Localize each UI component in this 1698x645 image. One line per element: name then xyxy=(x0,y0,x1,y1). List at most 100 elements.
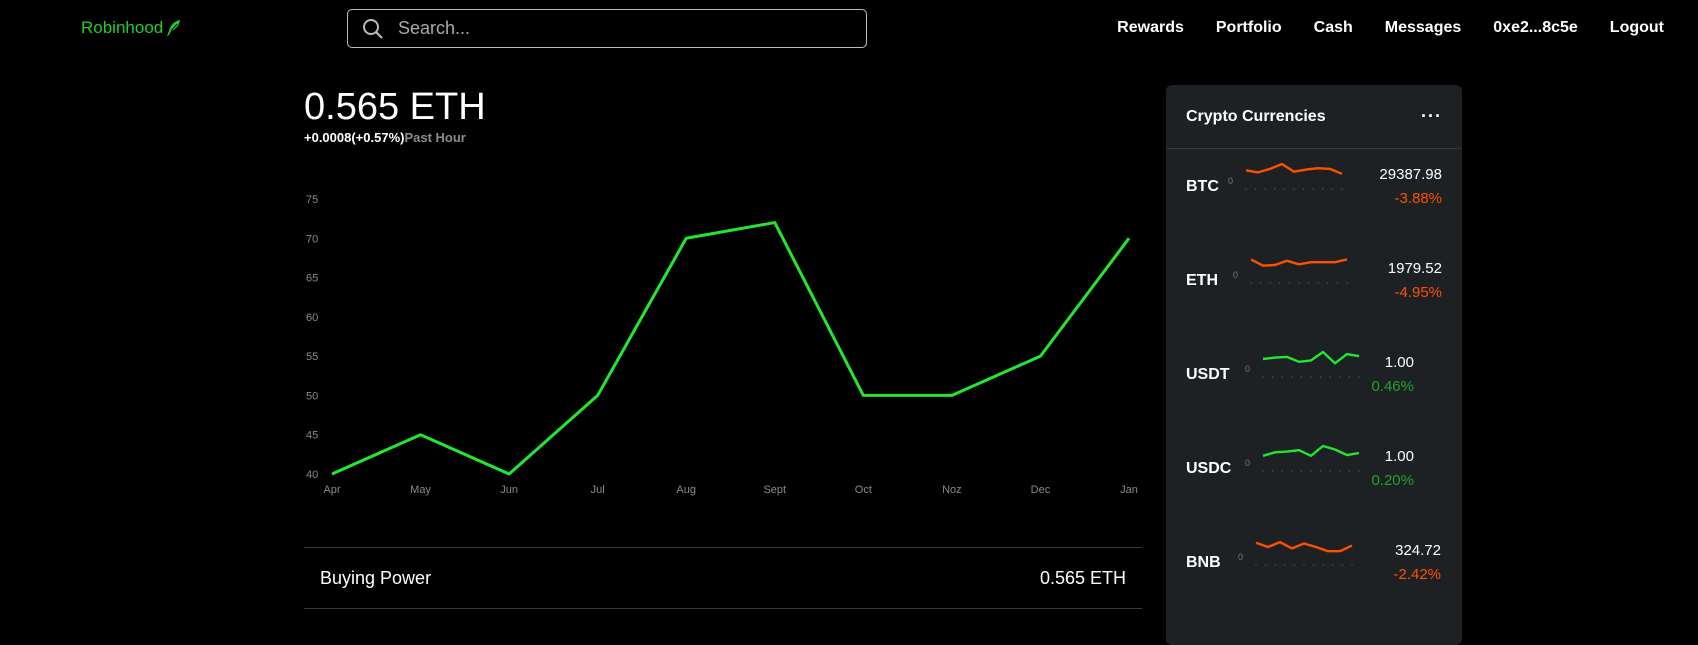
sparkline-tick xyxy=(1291,376,1292,377)
sparkline-tick xyxy=(1308,282,1309,283)
x-tick-label: Noz xyxy=(942,484,962,496)
sparkline-tick xyxy=(1322,188,1323,189)
sparkline-chart xyxy=(1259,435,1369,475)
sparkline-tick xyxy=(1337,282,1338,283)
sparkline-tick xyxy=(1291,470,1292,471)
sparkline-tick xyxy=(1323,564,1324,565)
crypto-change: -2.42% xyxy=(1393,566,1441,583)
sparkline-tick xyxy=(1327,282,1328,283)
y-tick-label: 55 xyxy=(306,351,318,363)
sparkline-tick xyxy=(1250,282,1251,283)
crypto-symbol: USDT xyxy=(1186,366,1230,384)
sparkline-tick xyxy=(1255,564,1256,565)
sparkline-tick xyxy=(1332,564,1333,565)
crypto-row-usdt[interactable]: USDT01.000.46% xyxy=(1166,341,1462,401)
sparkline-tick xyxy=(1262,470,1263,471)
crypto-panel: Crypto Currencies ··· BTC029387.98-3.88%… xyxy=(1166,85,1462,645)
buying-power-label: Buying Power xyxy=(304,568,447,589)
buying-power-row: Buying Power 0.565 ETH xyxy=(304,547,1142,609)
x-tick-label: May xyxy=(410,484,431,496)
search-input[interactable] xyxy=(396,17,840,40)
sparkline-axis-label: 0 xyxy=(1238,552,1243,562)
portfolio-summary: 0.565 ETH +0.0008(+0.57%)Past Hour xyxy=(304,82,1142,145)
robinhood-logo[interactable]: Robinhood xyxy=(81,18,182,38)
sparkline-tick xyxy=(1351,564,1352,565)
sparkline-tick xyxy=(1346,282,1347,283)
crypto-symbol: USDC xyxy=(1186,460,1231,478)
nav-wallet-address[interactable]: 0xe2...8c5e xyxy=(1493,19,1578,37)
sparkline-chart xyxy=(1252,529,1362,569)
sparkline-chart xyxy=(1242,153,1352,193)
sparkline-tick xyxy=(1284,188,1285,189)
sparkline xyxy=(1263,446,1359,456)
feather-icon xyxy=(166,19,182,37)
sparkline-tick xyxy=(1341,188,1342,189)
sparkline-tick xyxy=(1282,470,1283,471)
sparkline-tick xyxy=(1301,470,1302,471)
sparkline xyxy=(1251,259,1347,265)
y-tick-label: 40 xyxy=(306,469,318,481)
sparkline-tick xyxy=(1310,376,1311,377)
sparkline-chart xyxy=(1247,247,1357,287)
change-period: Past Hour xyxy=(404,130,465,145)
sparkline xyxy=(1263,352,1359,363)
nav-portfolio[interactable]: Portfolio xyxy=(1216,19,1282,37)
sparkline-tick xyxy=(1318,282,1319,283)
sparkline-tick xyxy=(1262,376,1263,377)
sparkline-axis-label: 0 xyxy=(1228,176,1233,186)
change-value: +0.0008(+0.57%) xyxy=(304,130,404,145)
sparkline-tick xyxy=(1320,376,1321,377)
sparkline-tick xyxy=(1265,564,1266,565)
sparkline-tick xyxy=(1313,564,1314,565)
sparkline-tick xyxy=(1303,188,1304,189)
sparkline-tick xyxy=(1260,282,1261,283)
nav-cash[interactable]: Cash xyxy=(1314,19,1353,37)
nav-rewards[interactable]: Rewards xyxy=(1117,19,1184,37)
sparkline-tick xyxy=(1270,282,1271,283)
brand-name: Robinhood xyxy=(81,18,163,38)
sparkline-tick xyxy=(1358,376,1359,377)
search-icon xyxy=(362,18,384,40)
search-box[interactable] xyxy=(347,9,867,48)
sparkline-tick xyxy=(1332,188,1333,189)
sparkline-tick xyxy=(1298,282,1299,283)
crypto-panel-title: Crypto Currencies xyxy=(1186,108,1326,126)
crypto-row-bnb[interactable]: BNB 0 324.72 -2.42% xyxy=(1166,529,1462,589)
crypto-row-usdc[interactable]: USDC01.000.20% xyxy=(1166,435,1462,495)
sparkline-tick xyxy=(1284,564,1285,565)
y-tick-label: 45 xyxy=(306,430,318,442)
series-line xyxy=(332,223,1129,474)
crypto-change: 0.20% xyxy=(1371,472,1414,489)
more-options-icon[interactable]: ··· xyxy=(1421,106,1442,127)
sparkline-tick xyxy=(1313,188,1314,189)
sparkline-tick xyxy=(1358,470,1359,471)
x-tick-label: Dec xyxy=(1031,484,1051,496)
crypto-change: 0.46% xyxy=(1371,378,1414,395)
y-tick-label: 50 xyxy=(306,390,318,402)
crypto-row-eth[interactable]: ETH01979.52-4.95% xyxy=(1166,247,1462,307)
y-tick-label: 65 xyxy=(306,273,318,285)
crypto-symbol: BTC xyxy=(1186,178,1219,196)
sparkline-tick xyxy=(1245,188,1246,189)
nav-messages[interactable]: Messages xyxy=(1385,19,1462,37)
y-tick-label: 60 xyxy=(306,312,318,324)
balance-change: +0.0008(+0.57%)Past Hour xyxy=(304,130,1142,145)
sparkline xyxy=(1246,164,1342,174)
crypto-price: 1979.52 xyxy=(1388,260,1442,277)
sparkline-tick xyxy=(1272,376,1273,377)
sparkline-chart xyxy=(1259,341,1369,381)
nav-logout[interactable]: Logout xyxy=(1610,19,1664,37)
crypto-symbol: BNB xyxy=(1186,554,1221,572)
sparkline-axis-label: 0 xyxy=(1245,458,1250,468)
top-bar: Robinhood Rewards Portfolio Cash Message… xyxy=(0,0,1698,58)
sparkline-tick xyxy=(1339,470,1340,471)
crypto-row-btc[interactable]: BTC029387.98-3.88% xyxy=(1166,153,1462,213)
buying-power-value: 0.565 ETH xyxy=(1024,568,1142,589)
sparkline-tick xyxy=(1275,564,1276,565)
crypto-price: 324.72 xyxy=(1395,542,1441,559)
sparkline-tick xyxy=(1310,470,1311,471)
x-tick-label: Jul xyxy=(591,484,605,496)
sparkline-tick xyxy=(1339,376,1340,377)
balance-amount: 0.565 ETH xyxy=(304,84,1142,130)
x-tick-label: Oct xyxy=(855,484,872,496)
